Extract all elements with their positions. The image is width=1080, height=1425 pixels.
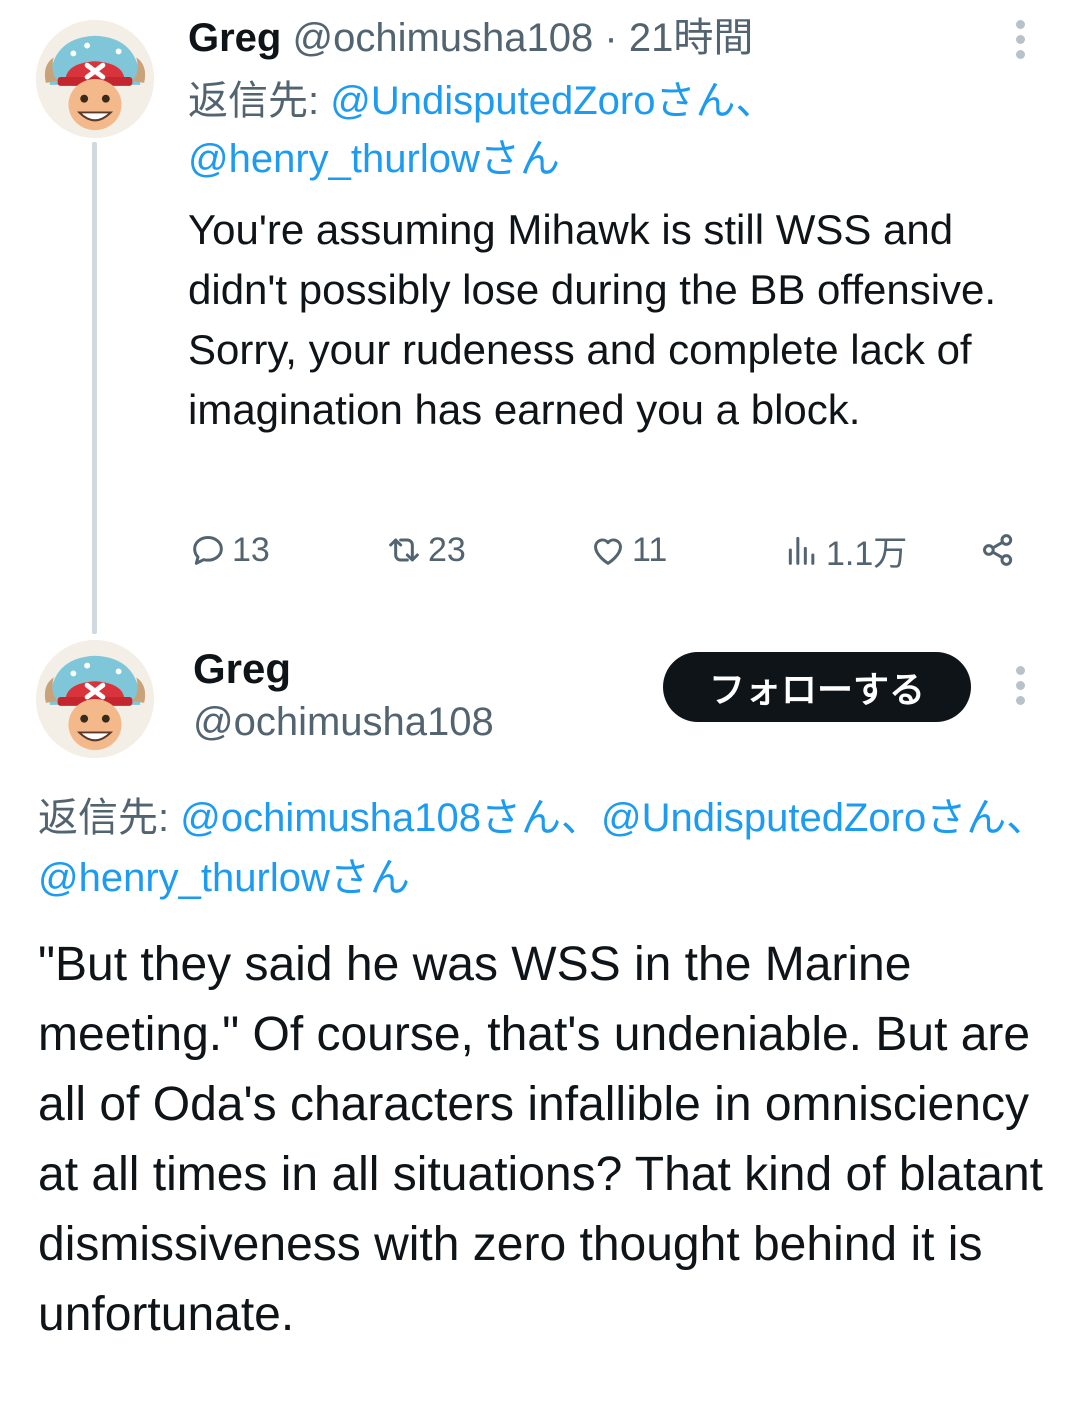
author-handle[interactable]: @ochimusha108 xyxy=(292,16,593,60)
thread-connector-line xyxy=(92,142,97,634)
share-button[interactable] xyxy=(978,522,1022,578)
reply-count: 13 xyxy=(232,530,270,569)
share-icon xyxy=(983,534,1013,566)
more-options-icon[interactable] xyxy=(1012,20,1028,66)
like-button[interactable]: 11 xyxy=(588,522,667,578)
mention-suffix[interactable]: さん、 xyxy=(655,79,775,123)
tweet-header: Greg @ochimusha108 · 21時間 xyxy=(188,12,753,64)
mention-link[interactable]: @henry_thurlow xyxy=(188,137,480,181)
reply-icon xyxy=(193,536,223,565)
mention-suffix[interactable]: さん xyxy=(330,856,410,900)
like-icon xyxy=(594,538,622,565)
mention-suffix[interactable]: さん、 xyxy=(481,796,601,840)
repost-icon xyxy=(389,538,419,562)
views-count: 1.1万 xyxy=(826,534,908,573)
follow-button[interactable]: フォローする xyxy=(663,652,971,722)
more-options-icon[interactable] xyxy=(1012,666,1028,712)
tweet-action-bar: 13 23 11 1.1万 xyxy=(188,522,1038,578)
author-handle[interactable]: @ochimusha108 xyxy=(193,696,494,748)
separator-dot: · xyxy=(604,16,618,60)
author-name[interactable]: Greg xyxy=(188,16,281,60)
like-count: 11 xyxy=(632,530,668,569)
repost-count: 23 xyxy=(428,530,466,569)
repost-button[interactable]: 23 xyxy=(384,522,466,578)
avatar[interactable] xyxy=(36,20,154,138)
views-icon xyxy=(788,536,815,565)
reply-prefix: 返信先: xyxy=(188,79,331,123)
tweet-timestamp[interactable]: 21時間 xyxy=(629,16,754,60)
tweet-text: You're assuming Mihawk is still WSS and … xyxy=(188,206,997,433)
mention-link[interactable]: @UndisputedZoro xyxy=(601,796,926,840)
mention-suffix[interactable]: さん xyxy=(480,137,560,181)
avatar[interactable] xyxy=(36,640,154,758)
reply-prefix: 返信先: xyxy=(38,796,181,840)
reply-context: 返信先: @UndisputedZoroさん、 @henry_thurlowさん xyxy=(188,72,1048,188)
author-name[interactable]: Greg xyxy=(193,642,291,696)
mention-suffix[interactable]: さん、 xyxy=(926,796,1046,840)
tweet-text: "But they said he was WSS in the Marine … xyxy=(38,938,1043,1341)
mention-link[interactable]: @ochimusha108 xyxy=(180,796,481,840)
reply-button[interactable]: 13 xyxy=(188,522,270,578)
mention-link[interactable]: @UndisputedZoro xyxy=(330,79,655,123)
views-button[interactable]: 1.1万 xyxy=(782,522,907,578)
reply-context: 返信先: @ochimusha108さん、@UndisputedZoroさん、@… xyxy=(38,788,1080,908)
mention-link[interactable]: @henry_thurlow xyxy=(38,856,330,900)
